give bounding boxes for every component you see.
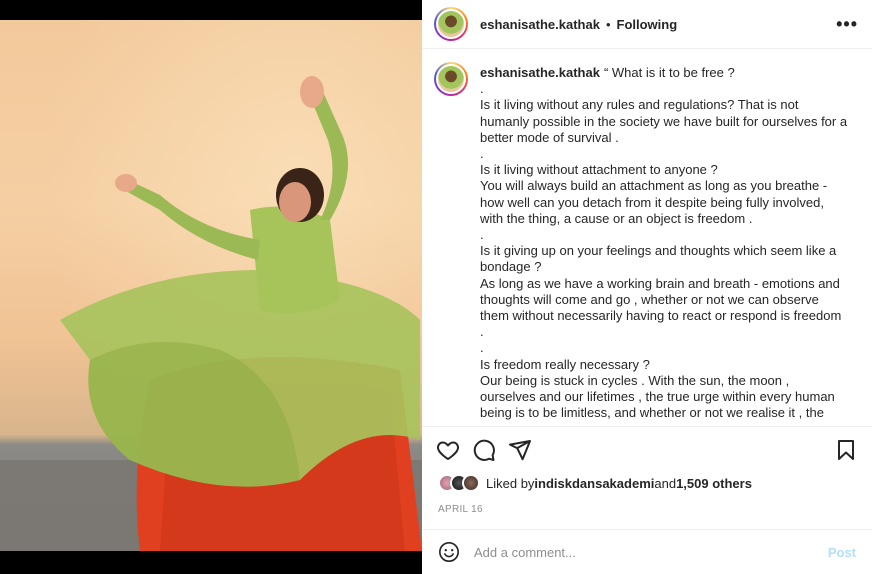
likes-prefix: Liked by [486, 475, 535, 491]
liker-username[interactable]: indiskdansakademi [534, 476, 654, 491]
header-separator: • [605, 16, 611, 32]
post-comment-button[interactable]: Post [828, 545, 856, 560]
heart-icon[interactable] [436, 438, 460, 462]
likes-others-link[interactable]: 1,509 others [676, 476, 752, 491]
liker-avatars[interactable] [438, 474, 480, 492]
caption-username[interactable]: eshanisathe.kathak [480, 65, 600, 80]
author-username[interactable]: eshanisathe.kathak [480, 17, 600, 32]
paper-plane-icon[interactable] [508, 438, 532, 462]
action-bar [422, 426, 872, 472]
bookmark-icon[interactable] [834, 438, 858, 462]
more-options-icon[interactable]: ••• [836, 14, 858, 35]
smiley-icon[interactable] [438, 541, 460, 563]
post-header: eshanisathe.kathak • Following ••• [422, 0, 872, 49]
dancer-illustration [0, 76, 422, 551]
likes-summary: Liked by indiskdansakademi and 1,509 oth… [438, 474, 752, 492]
caption-text: “ What is it to be free ? . Is it living… [480, 65, 848, 421]
comment-input[interactable] [474, 544, 828, 560]
post-date[interactable]: April 16 [438, 504, 483, 515]
caption-author-avatar[interactable] [434, 62, 468, 96]
following-button[interactable]: Following [617, 17, 678, 32]
post-detail-panel: eshanisathe.kathak • Following ••• eshan… [422, 0, 872, 574]
post-photo[interactable] [0, 20, 422, 551]
author-avatar[interactable] [434, 7, 468, 41]
comment-bar: Post [422, 529, 872, 574]
comment-icon[interactable] [472, 438, 496, 462]
caption-body: eshanisathe.kathak “ What is it to be fre… [480, 62, 848, 426]
caption-section: eshanisathe.kathak “ What is it to be fre… [422, 50, 872, 426]
post-media[interactable] [0, 0, 422, 574]
likes-and: and [654, 475, 677, 491]
